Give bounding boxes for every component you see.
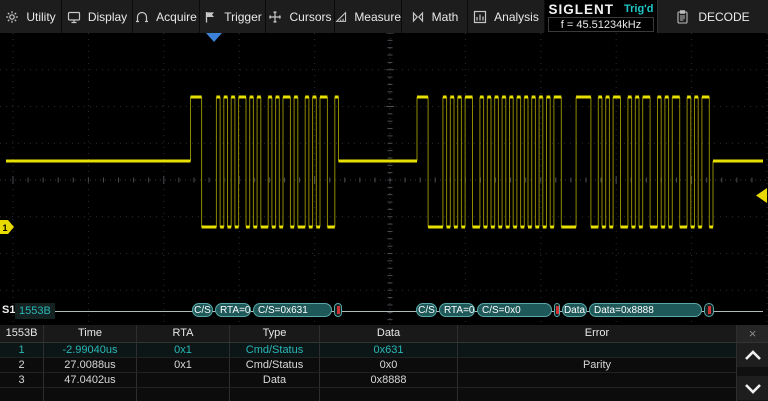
decode-bubble: RTA=0x <box>439 303 475 317</box>
menu-acquire[interactable]: Acquire <box>133 0 200 33</box>
trigger-status: Trig'd <box>624 3 654 15</box>
cell-time: 47.0402us <box>44 373 137 388</box>
scroll-track[interactable] <box>737 367 768 376</box>
cell-data: 0x8888 <box>320 373 458 388</box>
decode-bubble: C/S=0x631 <box>253 303 332 317</box>
menu-cursors[interactable]: Cursors <box>266 0 335 33</box>
cell-time: -2.99040us <box>44 343 137 358</box>
table-header-row: 1553B Time RTA Type Data Error <box>0 325 737 343</box>
table-scroll-column: × <box>737 325 768 401</box>
close-table-button[interactable]: × <box>737 325 768 343</box>
table-row[interactable]: 3 47.0402us Data 0x8888 <box>0 373 737 388</box>
menu-analysis[interactable]: Analysis <box>468 0 545 33</box>
decode-source-label: S1 <box>2 304 15 316</box>
ch1-trace <box>6 97 763 227</box>
decode-result-table: 1553B Time RTA Type Data Error 1 -2.9904… <box>0 325 737 401</box>
cell-rta <box>137 373 230 388</box>
menu-bar: Utility Display Acquire Trigger Cursors … <box>0 0 768 33</box>
crosshair-icon <box>268 10 282 24</box>
gear-icon <box>5 10 19 24</box>
decode-trunc-marker <box>704 303 714 317</box>
cell-index: 1 <box>0 343 44 358</box>
decode-bubble: Data=0x8888 <box>589 303 702 317</box>
waveform-display: 1 <box>0 33 768 327</box>
menu-utility-label: Utility <box>26 10 55 24</box>
wave-icon <box>135 10 149 24</box>
menu-display-label: Display <box>88 10 127 24</box>
table-row[interactable]: 1 -2.99040us 0x1 Cmd/Status 0x631 <box>0 343 737 358</box>
cell-error <box>458 343 737 358</box>
decode-bus-label[interactable]: 1553B <box>15 303 55 319</box>
cell-index: 2 <box>0 358 44 373</box>
table-empty-row <box>0 388 737 401</box>
truncation-dot <box>556 306 559 314</box>
menu-measure-label: Measure <box>354 10 401 24</box>
graticule <box>0 33 768 327</box>
decode-trunc-marker <box>554 303 560 317</box>
menu-math-label: Math <box>432 10 459 24</box>
cell-type: Cmd/Status <box>230 343 320 358</box>
brand-logo: SIGLENT <box>548 2 614 17</box>
cell-rta: 0x1 <box>137 343 230 358</box>
decode-bubble: C/S <box>416 303 437 317</box>
monitor-icon <box>67 10 81 24</box>
decode-bubble: C/S=0x0 <box>477 303 552 317</box>
col-header-error: Error <box>458 325 737 343</box>
oscilloscope-screen: Utility Display Acquire Trigger Cursors … <box>0 0 768 401</box>
col-header-rta: RTA <box>137 325 230 343</box>
cell-time: 27.0088us <box>44 358 137 373</box>
col-header-time: Time <box>44 325 137 343</box>
cell-type: Cmd/Status <box>230 358 320 373</box>
cell-data: 0x631 <box>320 343 458 358</box>
col-header-data: Data <box>320 325 458 343</box>
truncation-dot <box>337 306 340 314</box>
menu-measure[interactable]: Measure <box>335 0 402 33</box>
menu-cursors-label: Cursors <box>289 10 331 24</box>
bowtie-icon <box>411 10 425 24</box>
menu-trigger-label: Trigger <box>224 10 262 24</box>
col-header-type: Type <box>230 325 320 343</box>
clipboard-icon <box>676 10 689 24</box>
chevron-down-icon <box>744 383 762 394</box>
decode-bubble: Data <box>562 303 587 317</box>
menu-trigger[interactable]: Trigger <box>200 0 266 33</box>
decode-button[interactable]: DECODE <box>657 0 768 33</box>
decode-trunc-marker <box>334 303 342 317</box>
flag-icon <box>203 10 217 24</box>
menu-analysis-label: Analysis <box>494 10 539 24</box>
ruler-icon <box>335 10 347 24</box>
col-header-bus: 1553B <box>0 325 44 343</box>
cell-type: Data <box>230 373 320 388</box>
status-block: SIGLENT Trig'd f = 45.51234kHz <box>545 0 657 33</box>
menu-math[interactable]: Math <box>402 0 468 33</box>
table-row[interactable]: 2 27.0088us 0x1 Cmd/Status 0x0 Parity <box>0 358 737 373</box>
trigger-level-marker[interactable] <box>756 188 767 203</box>
cell-error <box>458 373 737 388</box>
menu-acquire-label: Acquire <box>156 10 197 24</box>
menu-display[interactable]: Display <box>62 0 133 33</box>
trigger-frequency: f = 45.51234kHz <box>548 17 654 32</box>
chart-icon <box>473 10 487 24</box>
scroll-up-button[interactable] <box>737 343 768 367</box>
decode-bubble: C/S <box>192 303 213 317</box>
truncation-dot <box>708 306 711 314</box>
cell-error: Parity <box>458 358 737 373</box>
decode-button-label: DECODE <box>698 10 749 24</box>
cell-rta: 0x1 <box>137 358 230 373</box>
channel1-level-label: 1 <box>3 223 8 233</box>
trigger-position-marker[interactable] <box>206 33 222 42</box>
menu-utility[interactable]: Utility <box>0 0 62 33</box>
scroll-down-button[interactable] <box>737 376 768 400</box>
decode-bubble: RTA=0x <box>215 303 251 317</box>
cell-data: 0x0 <box>320 358 458 373</box>
cell-index: 3 <box>0 373 44 388</box>
chevron-up-icon <box>744 350 762 361</box>
